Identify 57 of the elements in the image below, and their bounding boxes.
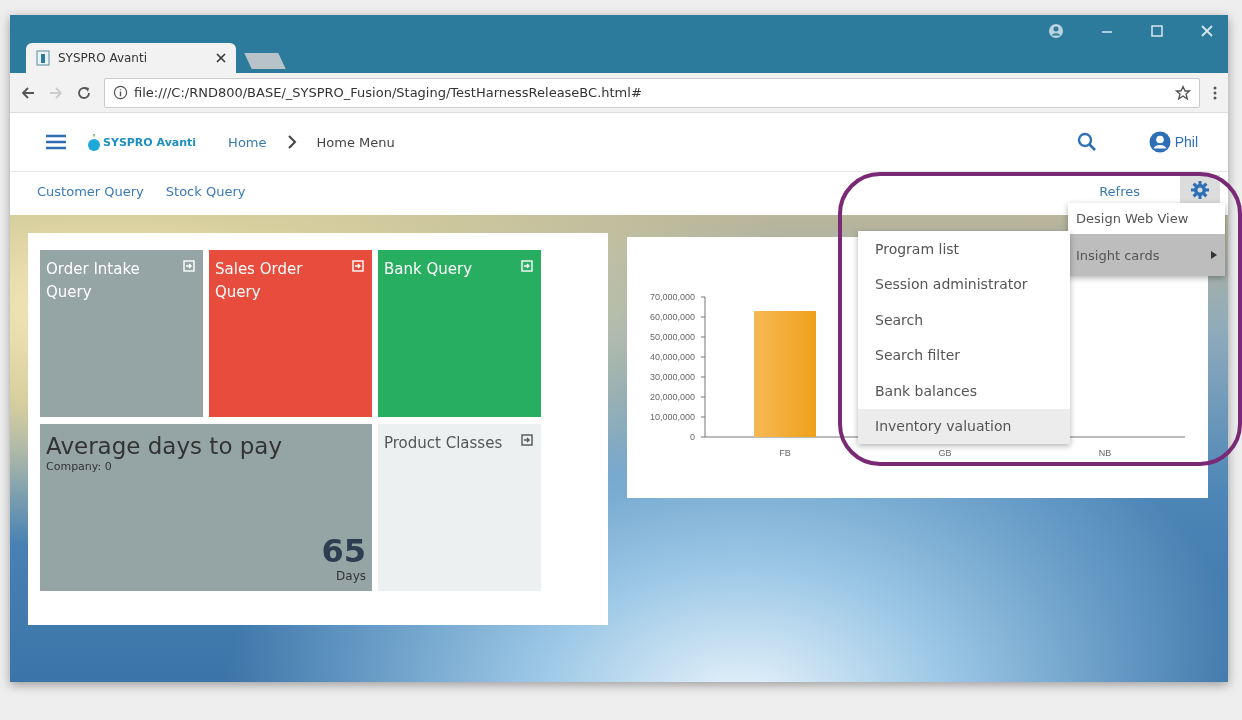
x-tick-label: GB (938, 448, 952, 458)
tile-title: Order Intake Query (46, 259, 141, 303)
menu-item[interactable]: Insight cards (1068, 234, 1225, 276)
x-tick-label: FB (779, 448, 791, 458)
maximize-icon[interactable] (1150, 24, 1164, 38)
tile-title: Bank Query (384, 259, 474, 280)
breadcrumb-current: Home Menu (316, 134, 395, 150)
refresh-link[interactable]: Refres (1099, 184, 1140, 199)
tile-subtitle: Company: 0 (46, 460, 113, 473)
y-tick-label: 70,000,000 (649, 292, 695, 302)
info-icon (113, 85, 128, 100)
y-tick-label: 0 (690, 432, 695, 442)
menu-item[interactable]: Bank balances (858, 373, 1070, 409)
box-arrow-icon[interactable] (521, 434, 533, 446)
menu-item[interactable]: Session administrator (858, 266, 1070, 302)
menu-icon[interactable] (45, 134, 67, 150)
menu-item[interactable]: Search (858, 302, 1070, 338)
close-icon[interactable] (216, 53, 226, 63)
droplet-logo-icon (87, 132, 101, 152)
reload-icon[interactable] (76, 84, 92, 101)
browser-tab[interactable]: SYSPRO Avanti (26, 43, 236, 73)
menu-item[interactable]: Program list (858, 231, 1070, 267)
search-icon[interactable] (1076, 132, 1097, 152)
new-tab-button[interactable] (244, 53, 286, 69)
toolbar-link[interactable]: Customer Query (37, 184, 144, 199)
chevron-right-icon (286, 135, 297, 149)
tile-title: Product Classes (384, 433, 504, 454)
more-menu-icon[interactable] (1212, 84, 1218, 101)
star-icon[interactable] (1175, 84, 1191, 101)
user-avatar-icon (1148, 131, 1171, 153)
breadcrumb-link[interactable]: Home (228, 134, 267, 150)
account-icon[interactable] (1048, 23, 1064, 39)
menu-item[interactable]: Inventory valuation (858, 408, 1070, 444)
y-tick-label: 20,000,000 (649, 392, 695, 402)
settings-icon (1190, 179, 1210, 200)
y-tick-label: 40,000,000 (649, 352, 695, 362)
metric-tile[interactable]: Average days to pay Company: 0 65 Days (40, 424, 372, 591)
menu-item[interactable]: Search filter (858, 337, 1070, 373)
query-tile[interactable]: Sales Order Query (209, 250, 372, 417)
y-tick-label: 50,000,000 (649, 332, 695, 342)
metric-unit: Days (335, 569, 366, 583)
menu-item[interactable]: Design Web View (1068, 203, 1225, 234)
back-arrow-icon[interactable] (20, 84, 36, 101)
y-tick-label: 60,000,000 (649, 312, 695, 322)
user-button[interactable]: Phil (1142, 130, 1204, 154)
logo-text: SYSPRO Avanti (103, 135, 197, 149)
submenu-arrow-icon (1211, 251, 1217, 259)
tile-title: Average days to pay (46, 432, 284, 460)
x-tick-label: NB (1098, 448, 1112, 458)
toolbar-link[interactable]: Stock Query (165, 184, 246, 199)
metric-value: 65 (320, 533, 366, 569)
y-tick-label: 30,000,000 (649, 372, 695, 382)
tile-title: Sales Order Query (215, 259, 304, 303)
y-tick-label: 10,000,000 (649, 412, 695, 422)
list-tile[interactable]: Product Classes (378, 424, 541, 591)
document-icon (36, 50, 50, 66)
address-field[interactable]: file:///C:/RND800/BASE/_SYSPRO_Fusion/Staging/TestHarnessReleaseBC.html# (104, 77, 1200, 108)
